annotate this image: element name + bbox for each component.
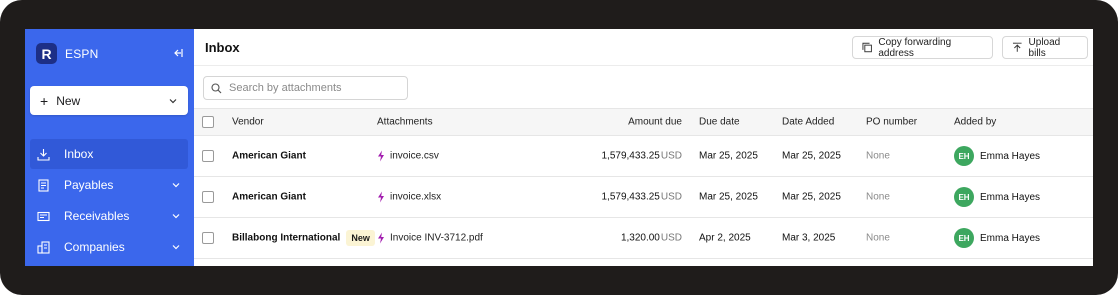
due-date: Mar 25, 2025 <box>699 191 758 203</box>
table-row[interactable]: American Giant invoice.csv 1,579,433.25U… <box>194 136 1093 177</box>
sidebar-item-companies[interactable]: Companies <box>30 232 188 262</box>
receivables-icon <box>37 211 50 221</box>
sidebar: R ESPN + New Inbox Payables Receivables … <box>25 29 194 266</box>
amount-value: 1,579,433.25 <box>601 150 660 162</box>
bills-table: Vendor Attachments Amount due Due date D… <box>194 108 1093 259</box>
row-checkbox[interactable] <box>202 150 214 162</box>
sidebar-item-payables[interactable]: Payables <box>30 170 188 200</box>
sidebar-item-label: Receivables <box>64 209 130 223</box>
search-box <box>203 76 408 100</box>
row-checkbox[interactable] <box>202 232 214 244</box>
date-added: Mar 25, 2025 <box>782 150 841 162</box>
amount-currency: USD <box>660 232 682 244</box>
amount-currency: USD <box>660 191 682 203</box>
vendor-name: Billabong International New <box>232 230 375 246</box>
added-by-name: Emma Hayes <box>980 191 1041 203</box>
amount-due: 1,579,433.25USD <box>601 151 682 162</box>
copy-forwarding-address-label: Copy forwarding address <box>878 36 952 59</box>
copy-icon <box>862 42 872 53</box>
companies-icon <box>37 240 50 254</box>
po-number: None <box>866 150 890 162</box>
table-header: Vendor Attachments Amount due Due date D… <box>194 108 1093 136</box>
attachment: Invoice INV-3712.pdf <box>377 232 483 244</box>
sidebar-item-label: Inbox <box>64 147 94 161</box>
search-input[interactable] <box>229 82 399 94</box>
column-header-added-by[interactable]: Added by <box>954 117 996 128</box>
top-bar: Inbox Copy forwarding address Upload bil… <box>194 29 1093 66</box>
amount-value: 1,579,433.25 <box>601 191 660 203</box>
lightning-file-icon <box>378 150 384 162</box>
device-frame: R ESPN + New Inbox Payables Receivables … <box>0 0 1118 295</box>
collapse-sidebar-icon[interactable] <box>171 47 183 59</box>
new-badge: New <box>346 230 375 246</box>
payables-icon <box>38 178 49 192</box>
table-row[interactable]: Billabong International New Invoice INV-3… <box>194 218 1093 259</box>
column-header-due-date[interactable]: Due date <box>699 117 740 128</box>
amount-value: 1,320.00 <box>620 232 660 244</box>
lightning-file-icon <box>378 232 384 244</box>
upload-bills-label: Upload bills <box>1028 36 1061 59</box>
vendor-name-text: Billabong International <box>232 232 341 244</box>
attachment-link[interactable]: Invoice INV-3712.pdf <box>390 233 483 244</box>
main-content: Inbox Copy forwarding address Upload bil… <box>194 29 1093 266</box>
app-window: R ESPN + New Inbox Payables Receivables … <box>25 29 1093 266</box>
po-number: None <box>866 232 890 244</box>
added-by: EH Emma Hayes <box>954 228 1040 248</box>
upload-icon <box>1012 42 1022 52</box>
column-header-date-added[interactable]: Date Added <box>782 117 834 128</box>
chevron-down-icon <box>172 214 180 219</box>
sidebar-item-inbox[interactable]: Inbox <box>30 139 188 169</box>
added-by: EH Emma Hayes <box>954 187 1040 207</box>
select-all-checkbox[interactable] <box>202 116 214 128</box>
search-icon <box>211 82 222 93</box>
sidebar-item-receivables[interactable]: Receivables <box>30 201 188 231</box>
sidebar-nav: Inbox Payables Receivables Companies <box>30 139 188 263</box>
plus-icon: + <box>40 92 49 109</box>
row-checkbox[interactable] <box>202 191 214 203</box>
chevron-down-icon <box>169 98 177 103</box>
vendor-name-text: American Giant <box>232 191 306 203</box>
amount-due: 1,579,433.25USD <box>601 192 682 203</box>
date-added: Mar 3, 2025 <box>782 232 836 244</box>
attachment-link[interactable]: invoice.xlsx <box>390 192 441 203</box>
upload-bills-button[interactable]: Upload bills <box>1002 36 1088 59</box>
column-header-attachments[interactable]: Attachments <box>377 117 433 128</box>
sidebar-item-label: Payables <box>64 178 114 192</box>
column-header-amount-due[interactable]: Amount due <box>628 117 682 128</box>
table-row[interactable]: American Giant invoice.xlsx 1,579,433.25… <box>194 177 1093 218</box>
column-header-po-number[interactable]: PO number <box>866 117 917 128</box>
lightning-file-icon <box>378 191 384 203</box>
due-date: Mar 25, 2025 <box>699 150 758 162</box>
amount-due: 1,320.00USD <box>621 233 682 244</box>
new-button-label: New <box>56 93 81 108</box>
new-button[interactable]: + New <box>30 86 188 115</box>
sidebar-item-label: Companies <box>64 240 125 254</box>
vendor-name: American Giant <box>232 192 306 203</box>
amount-currency: USD <box>660 150 682 162</box>
avatar: EH <box>954 228 974 248</box>
due-date: Apr 2, 2025 <box>699 232 751 244</box>
vendor-name: American Giant <box>232 151 306 162</box>
chevron-down-icon <box>172 245 180 250</box>
copy-forwarding-address-button[interactable]: Copy forwarding address <box>852 36 993 59</box>
avatar: EH <box>954 146 974 166</box>
inbox-icon <box>37 148 50 161</box>
attachment: invoice.csv <box>377 150 439 162</box>
page-title: Inbox <box>205 40 240 55</box>
added-by-name: Emma Hayes <box>980 150 1041 162</box>
date-added: Mar 25, 2025 <box>782 191 841 203</box>
column-header-vendor[interactable]: Vendor <box>232 117 264 128</box>
added-by: EH Emma Hayes <box>954 146 1040 166</box>
org-name: ESPN <box>65 46 99 61</box>
avatar: EH <box>954 187 974 207</box>
chevron-down-icon <box>172 183 180 188</box>
app-logo: R <box>36 43 57 64</box>
added-by-name: Emma Hayes <box>980 232 1041 244</box>
attachment-link[interactable]: invoice.csv <box>390 151 439 162</box>
org-switcher[interactable]: R ESPN <box>36 43 98 64</box>
attachment: invoice.xlsx <box>377 191 441 203</box>
po-number: None <box>866 191 890 203</box>
vendor-name-text: American Giant <box>232 150 306 162</box>
